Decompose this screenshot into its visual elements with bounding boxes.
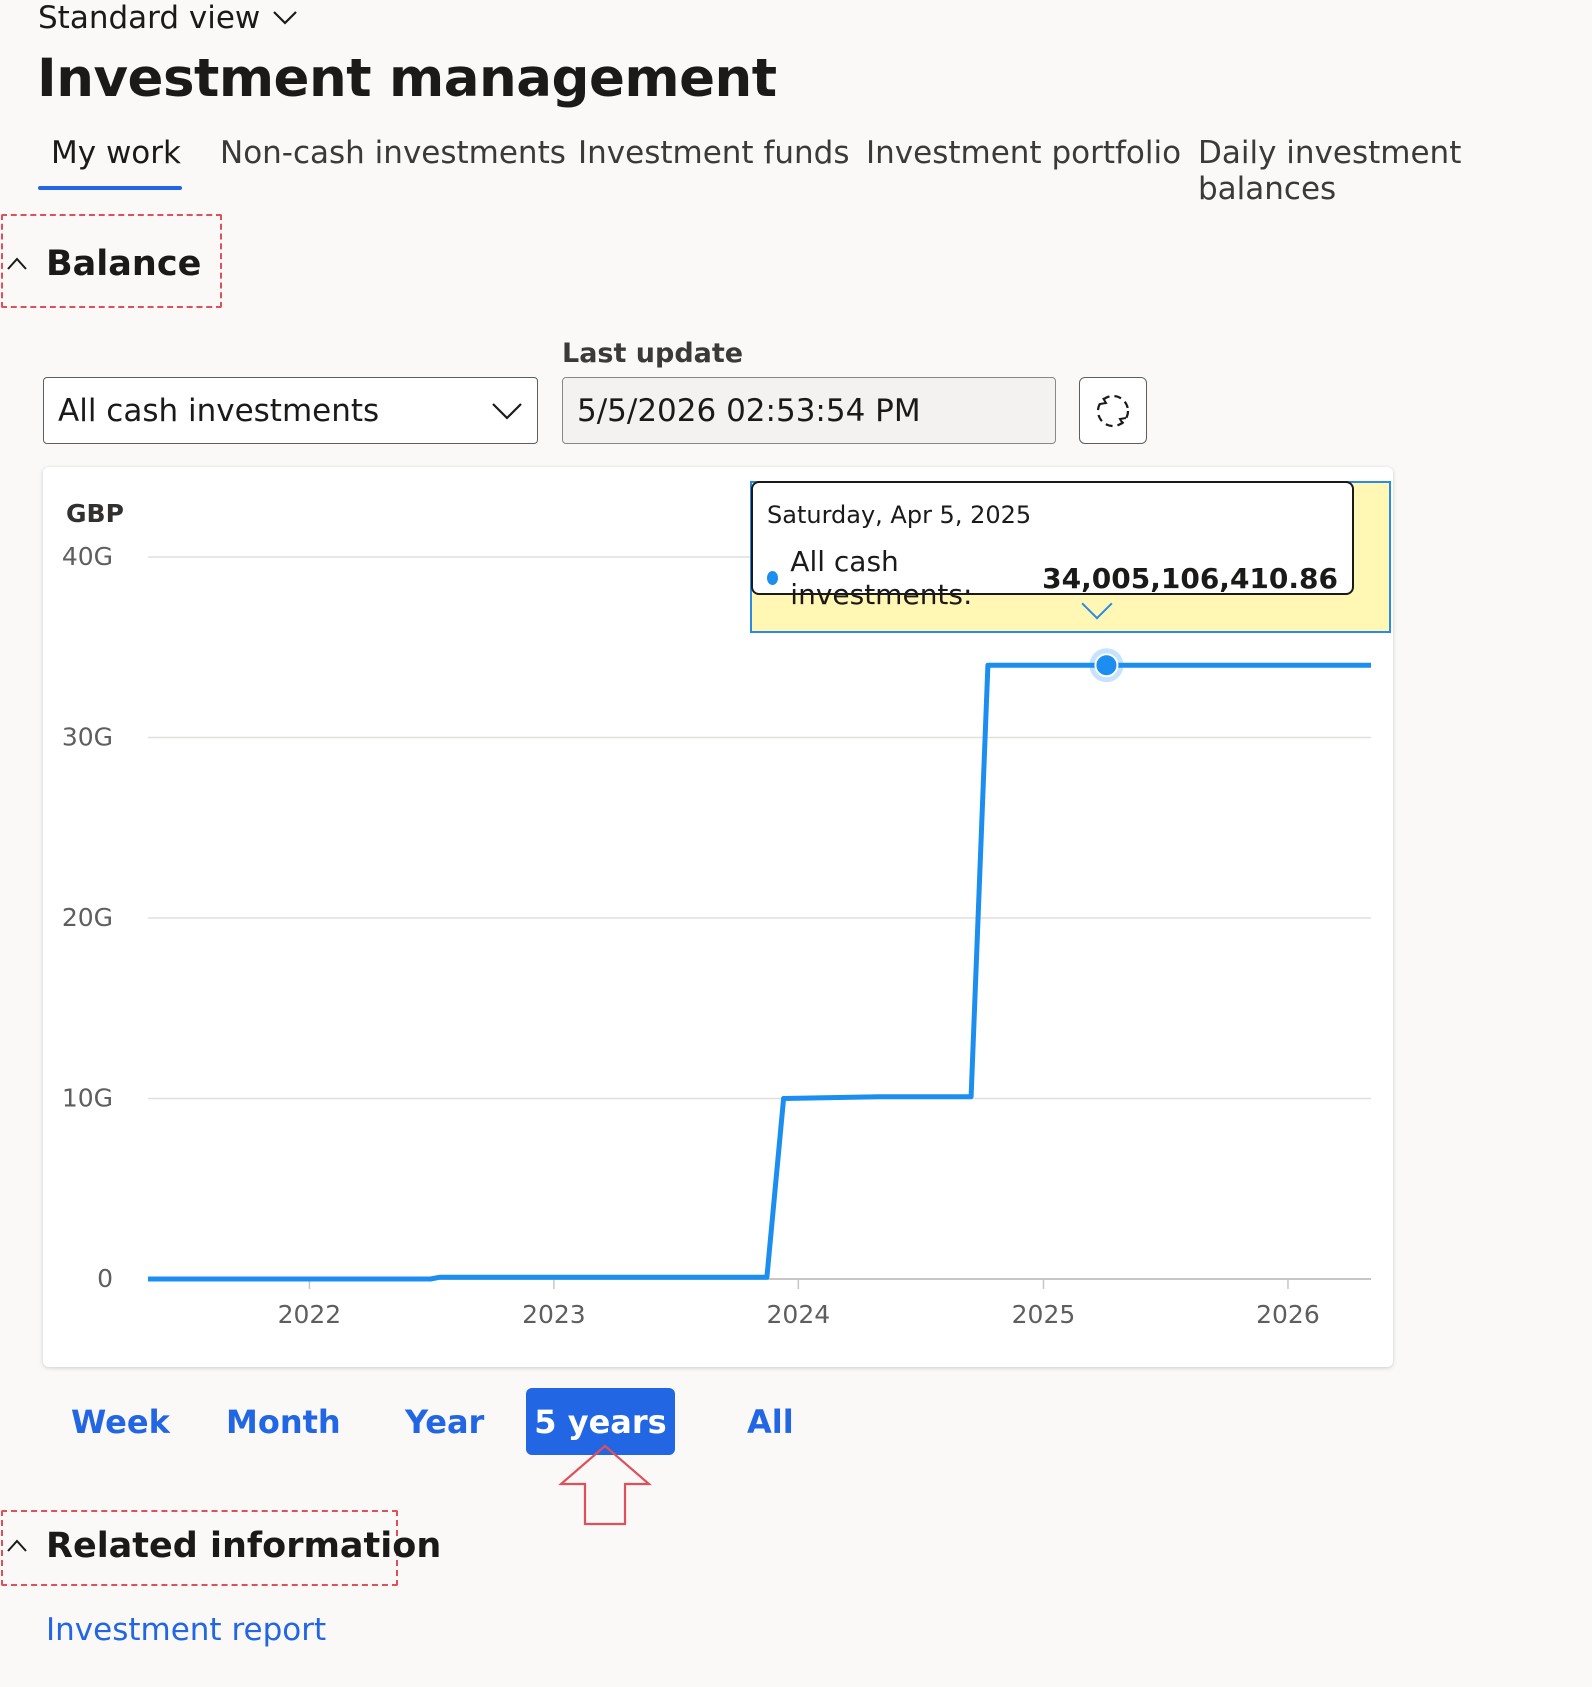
highlight-point xyxy=(1094,653,1119,678)
tooltip-value: 34,005,106,410.86 xyxy=(1042,561,1338,595)
chevron-up-icon xyxy=(7,1539,27,1552)
chevron-down-icon xyxy=(492,402,522,420)
investment-type-select[interactable]: All cash investments xyxy=(43,377,538,444)
y-tick-label: 10G xyxy=(62,1084,113,1113)
x-tick-label: 2026 xyxy=(1256,1300,1320,1329)
balance-section-toggle[interactable]: Balance xyxy=(6,244,201,284)
tooltip-series-name: All cash investments: xyxy=(790,545,973,611)
related-section-toggle[interactable]: Related information xyxy=(6,1526,441,1566)
chart-tooltip: Saturday, Apr 5, 2025 All cash investmen… xyxy=(751,481,1354,611)
y-tick-label: 30G xyxy=(62,723,113,752)
x-tick-label: 2024 xyxy=(767,1300,831,1329)
series-line xyxy=(148,662,1371,1282)
refresh-button[interactable] xyxy=(1079,377,1147,444)
range-week-button[interactable]: Week xyxy=(71,1388,170,1455)
tab-daily-investment-balances[interactable]: Daily investment balances xyxy=(1198,135,1592,207)
related-section-title: Related information xyxy=(46,1526,442,1566)
x-tick-label: 2025 xyxy=(1012,1300,1076,1329)
x-tick-label: 2023 xyxy=(522,1300,586,1329)
tab-non-cash-investments[interactable]: Non-cash investments xyxy=(220,135,566,171)
y-tick-label: 20G xyxy=(62,903,113,932)
y-axis-title: GBP xyxy=(66,499,124,528)
tab-selected-indicator xyxy=(38,186,182,190)
tab-investment-funds[interactable]: Investment funds xyxy=(578,135,849,171)
series-dot-icon xyxy=(767,571,779,585)
tab-my-work[interactable]: My work xyxy=(51,135,181,171)
x-tick-label: 2022 xyxy=(278,1300,342,1329)
tooltip-date: Saturday, Apr 5, 2025 xyxy=(767,501,1032,529)
last-update-label: Last update xyxy=(562,338,744,369)
chevron-up-icon xyxy=(7,257,27,270)
tab-investment-portfolio[interactable]: Investment portfolio xyxy=(866,135,1181,171)
y-tick-label: 40G xyxy=(62,542,113,571)
range-year-button[interactable]: Year xyxy=(405,1388,484,1455)
investment-report-link[interactable]: Investment report xyxy=(46,1612,326,1648)
range-month-button[interactable]: Month xyxy=(226,1388,341,1455)
refresh-icon xyxy=(1096,394,1130,427)
view-switcher-label: Standard view xyxy=(38,0,261,36)
view-switcher[interactable]: Standard view xyxy=(38,0,298,36)
annotation-up-arrow-icon xyxy=(558,1444,652,1526)
chevron-down-icon xyxy=(273,11,298,25)
page-title: Investment management xyxy=(37,48,777,109)
last-update-field: 5/5/2026 02:53:54 PM xyxy=(562,377,1056,444)
range-all-button[interactable]: All xyxy=(747,1388,794,1455)
y-tick-label: 0 xyxy=(97,1264,113,1293)
tooltip-row: All cash investments: 34,005,106,410.86 xyxy=(767,545,1338,611)
investment-type-value: All cash investments xyxy=(58,392,380,429)
balance-section-title: Balance xyxy=(46,244,202,284)
